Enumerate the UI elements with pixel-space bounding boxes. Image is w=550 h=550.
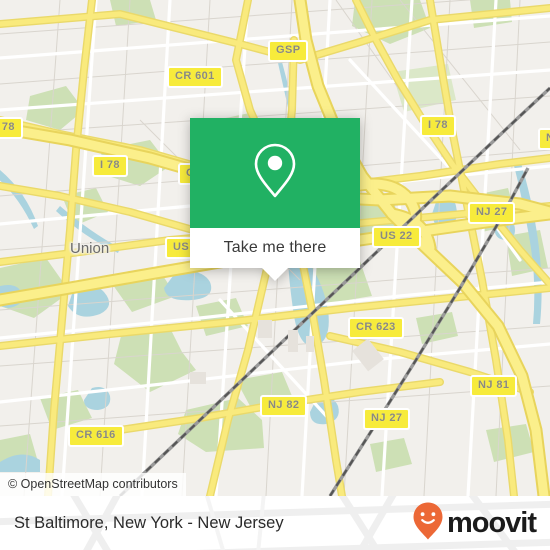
road-shield-nj82[interactable]: NJ 82 [260,395,308,417]
road-shield-cr623[interactable]: CR 623 [348,317,404,339]
popup-pointer-tail [262,268,288,281]
footer-bar: St Baltimore, New York - New Jersey moov… [0,496,550,550]
destination-popup-card[interactable]: Take me there [190,118,360,281]
map-place-label-union: Union [70,240,110,257]
moovit-wordmark: moovit [446,506,537,539]
road-shield-nj27-b[interactable]: NJ 27 [363,408,411,430]
page-title: St Baltimore, New York - New Jersey [14,513,284,532]
road-shield-i78-left-clipped[interactable]: I 78 [0,117,23,139]
osm-attribution[interactable]: © OpenStreetMap contributors [0,473,186,496]
moovit-smiley-pin-icon [411,501,445,546]
road-shield-i78-a[interactable]: I 78 [420,115,456,137]
take-me-there-button[interactable]: Take me there [190,228,360,268]
popup-pin-area [190,118,360,228]
road-shield-nj27-right-clipped[interactable]: NJ 27 [538,128,550,150]
road-shield-i78-b[interactable]: I 78 [92,155,128,177]
road-shield-us22-a[interactable]: US 22 [372,226,421,248]
moovit-map-screenshot: .green{fill:#cde0b5;} .greenlt{fill:#dbe… [0,0,550,550]
road-shield-nj27-a[interactable]: NJ 27 [468,202,516,224]
map-pin-icon [252,142,298,205]
road-shield-gsp[interactable]: GSP [268,40,309,62]
take-me-there-label: Take me there [223,239,327,256]
moovit-logo[interactable]: moovit [411,501,537,546]
road-shield-nj81[interactable]: NJ 81 [470,375,518,397]
road-shield-cr616[interactable]: CR 616 [68,425,124,447]
road-shield-cr601[interactable]: CR 601 [167,66,223,88]
